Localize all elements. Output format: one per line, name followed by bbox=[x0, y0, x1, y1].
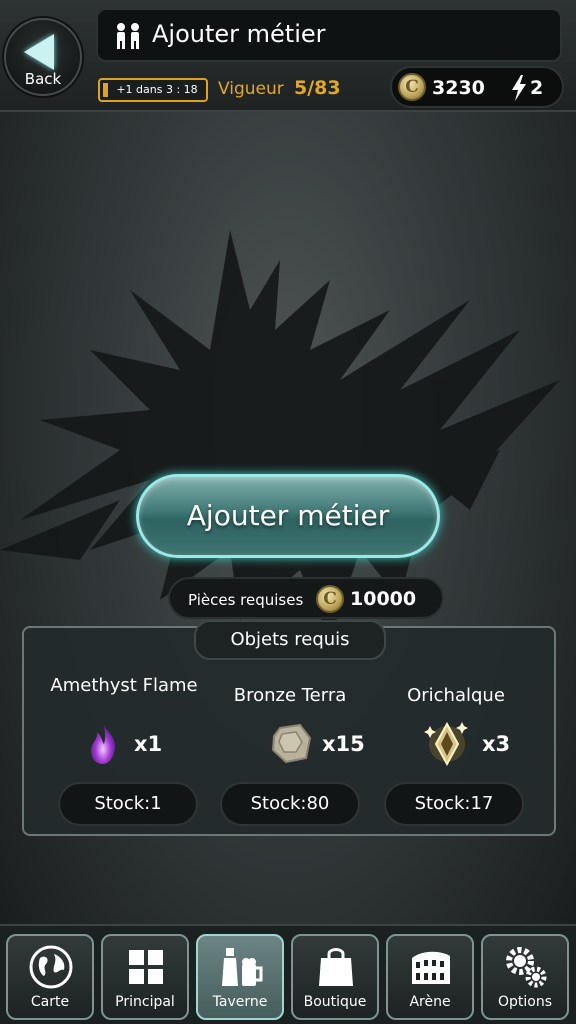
nav-item-principal[interactable]: Principal bbox=[101, 934, 189, 1020]
nav-item-carte[interactable]: Carte bbox=[6, 934, 94, 1020]
page-title: Ajouter métier bbox=[152, 20, 326, 48]
vigueur-timer: +1 dans 3 : 18 bbox=[98, 78, 208, 102]
required-item: Bronze Terra x15 Stock:80 bbox=[206, 628, 374, 838]
nav-label: Taverne bbox=[212, 994, 268, 1010]
add-job-button-label: Ajouter métier bbox=[186, 499, 390, 532]
required-item: Amethyst Flame x1 Stock:1 bbox=[40, 628, 208, 838]
nav-label: Options bbox=[497, 994, 553, 1010]
item-name: Amethyst Flame bbox=[50, 675, 198, 696]
colosseum-icon bbox=[412, 951, 450, 984]
vigueur-label: Vigueur bbox=[218, 79, 284, 99]
globe-icon bbox=[29, 945, 73, 989]
gears-icon bbox=[506, 947, 547, 988]
required-item: Orichalque x3 Stock:17 bbox=[372, 628, 540, 838]
grid-icon bbox=[129, 950, 163, 984]
item-name: Orichalque bbox=[407, 685, 505, 706]
item-quantity: x3 bbox=[482, 732, 511, 756]
coins-required-value: 10000 bbox=[350, 588, 417, 610]
nav-item-boutique[interactable]: Boutique bbox=[291, 934, 379, 1020]
required-objects-panel: Objets requis Amethyst Flame x1 Stock:1 … bbox=[22, 620, 556, 838]
energy-value: 2 bbox=[530, 77, 544, 99]
nav-item-arene[interactable]: Arène bbox=[386, 934, 474, 1020]
add-job-button[interactable]: Ajouter métier bbox=[136, 474, 440, 558]
nav-item-taverne[interactable]: Taverne bbox=[196, 934, 284, 1020]
drinks-icon bbox=[222, 948, 263, 986]
item-name: Bronze Terra bbox=[233, 685, 347, 706]
coin-icon: C bbox=[398, 73, 426, 101]
orichalque-icon bbox=[424, 721, 468, 766]
shopping-bag-icon bbox=[319, 948, 353, 986]
people-icon bbox=[117, 23, 139, 49]
coins-required-label: Pièces requises bbox=[188, 591, 304, 609]
item-quantity: x15 bbox=[322, 732, 365, 756]
top-bar: Back Ajouter métier +1 dans 3 : 18 Vigue… bbox=[0, 0, 576, 112]
currency-box: C 3230 2 bbox=[390, 66, 564, 108]
stock-badge: Stock:17 bbox=[384, 782, 524, 826]
lightning-icon bbox=[512, 75, 526, 101]
bronze-terra-icon bbox=[271, 723, 312, 764]
timer-text: +1 dans 3 : 18 bbox=[116, 83, 198, 96]
nav-label: Principal bbox=[115, 994, 175, 1010]
nav-item-options[interactable]: Options bbox=[481, 934, 569, 1020]
item-quantity: x1 bbox=[134, 732, 163, 756]
nav-label: Boutique bbox=[303, 994, 367, 1010]
coins-required: Pièces requises C 10000 bbox=[168, 577, 444, 619]
title-box: Ajouter métier bbox=[96, 8, 562, 62]
stock-badge: Stock:1 bbox=[58, 782, 198, 826]
vigueur-value: 5/83 bbox=[294, 77, 341, 99]
coins-value: 3230 bbox=[432, 77, 485, 99]
back-button[interactable]: Back bbox=[4, 18, 82, 96]
amethyst-flame-icon bbox=[90, 722, 116, 764]
nav-label: Carte bbox=[30, 994, 70, 1010]
nav-label: Arène bbox=[409, 994, 451, 1010]
back-arrow-icon bbox=[24, 34, 54, 70]
stock-badge: Stock:80 bbox=[220, 782, 360, 826]
coin-icon: C bbox=[316, 585, 344, 613]
back-label: Back bbox=[24, 70, 62, 88]
battery-icon bbox=[103, 83, 108, 97]
bottom-nav: Carte Principal Taverne Boutique Arène O… bbox=[0, 924, 576, 1024]
